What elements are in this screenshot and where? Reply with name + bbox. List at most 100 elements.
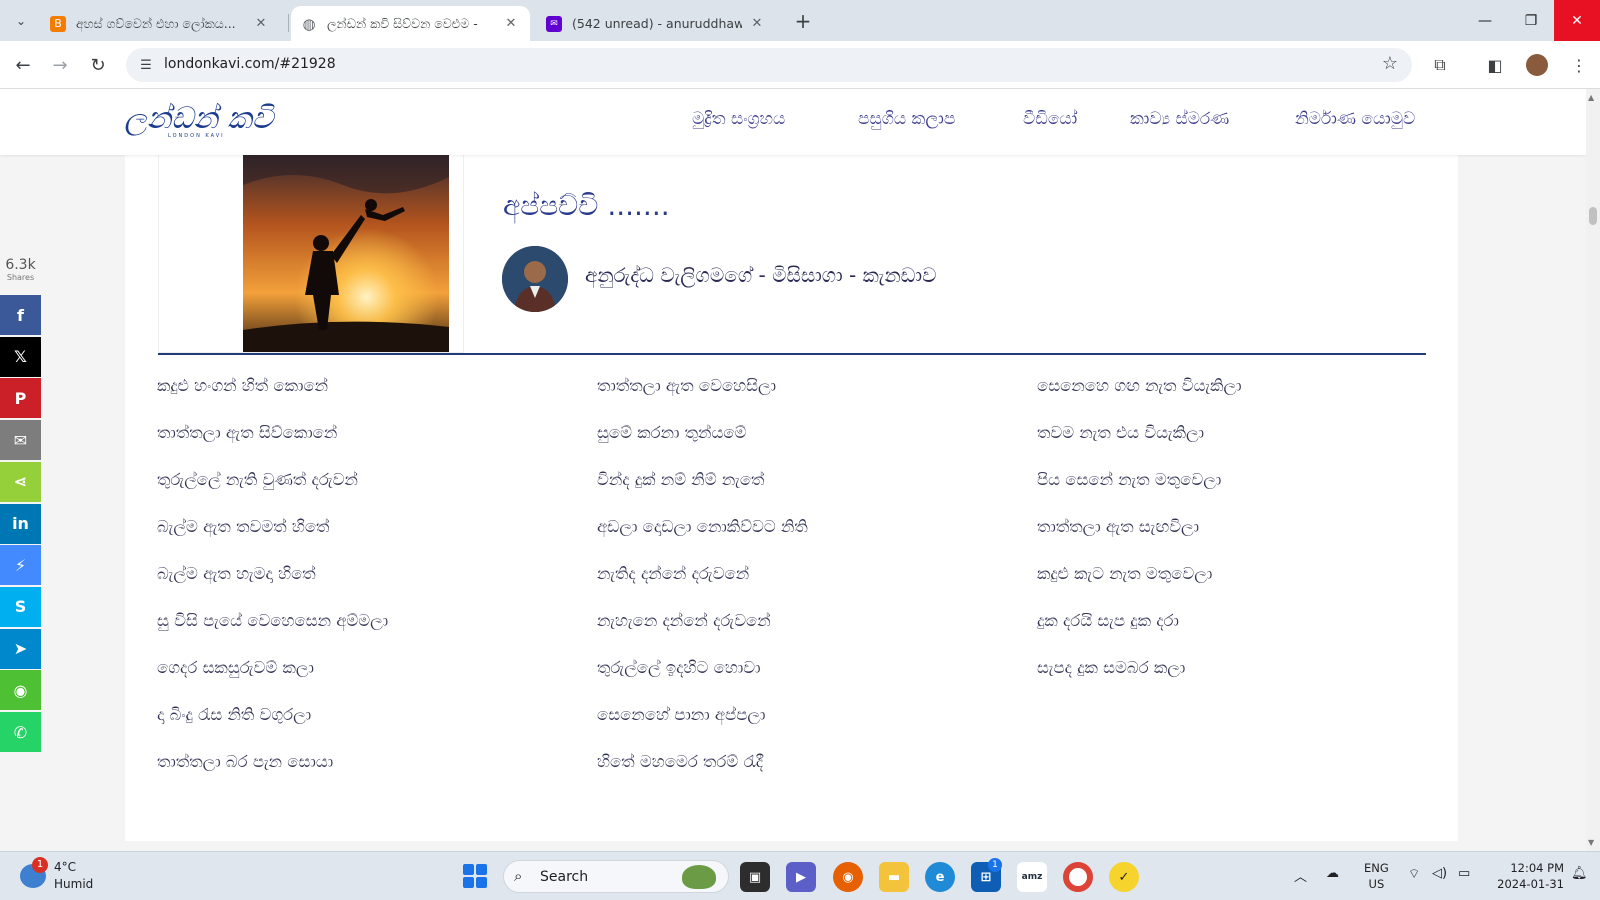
share-wechat-button[interactable]: ◉ bbox=[0, 670, 41, 711]
search-highlight-illustration bbox=[682, 865, 716, 889]
onedrive-icon[interactable]: ☁ bbox=[1326, 866, 1339, 881]
verse-line: ගෙදර සකසුරුවම් කලා bbox=[157, 658, 314, 677]
share-facebook-button[interactable]: f bbox=[0, 295, 41, 335]
scroll-down-arrow[interactable]: ▼ bbox=[1588, 838, 1594, 847]
x-icon: 𝕏 bbox=[14, 347, 27, 367]
verse-line: සැපද දුක සමබර කලා bbox=[1037, 658, 1186, 677]
forward-button[interactable]: → bbox=[46, 51, 74, 79]
nav-submissions[interactable]: නිර්මාණ යොමුව bbox=[1295, 109, 1415, 129]
author-name[interactable]: අනුරුද්ධ වැලිගමගේ - මිසිසාගා - කැනඩාව bbox=[585, 263, 936, 287]
site-logo[interactable]: ලන්ඩන් කවි bbox=[124, 101, 273, 136]
firefox-icon[interactable]: ◉ bbox=[833, 862, 863, 892]
verse-line: බැල්ම ඇත තවමත් හිතේ bbox=[157, 517, 330, 536]
new-tab-button[interactable]: + bbox=[790, 9, 816, 35]
verse-line: තුරුල්ලේ නැති වුණත් දරුවන් bbox=[157, 470, 358, 489]
verse-line: අඩලා දොඩලා නොකිව්වට නිති bbox=[597, 517, 808, 536]
share-sharethis-button[interactable]: ⋖ bbox=[0, 461, 41, 502]
verse-line: වින්ද දුක් නම් නිම් නැතේ bbox=[597, 470, 765, 489]
tab-blogger[interactable]: B අහස් ගව්වෙන් එහා ලෝකය... ✕ bbox=[40, 6, 280, 41]
email-icon: ✉ bbox=[13, 430, 28, 450]
share-email-button[interactable]: ✉ bbox=[0, 420, 41, 461]
taskbar-search-label: Search bbox=[540, 869, 589, 885]
notification-bell-icon[interactable]: 🔔︎ bbox=[1571, 866, 1588, 881]
tab-title: අහස් ගව්වෙන් එහා ලෝකය... bbox=[76, 15, 236, 31]
reload-button[interactable]: ↻ bbox=[84, 51, 112, 79]
share-linkedin-button[interactable]: in bbox=[0, 503, 41, 544]
weather-temperature[interactable]: 4°C bbox=[54, 860, 76, 874]
restore-button[interactable]: ❐ bbox=[1508, 0, 1554, 41]
site-info-icon[interactable]: ☰ bbox=[136, 55, 156, 75]
verse-line: තුරුල්ලේ ඉදහිට හොවා bbox=[597, 658, 761, 677]
url-text[interactable]: londonkavi.com/#21928 bbox=[164, 56, 336, 72]
edge-icon[interactable]: e bbox=[925, 862, 955, 892]
close-tab-icon[interactable]: ✕ bbox=[502, 16, 520, 31]
linkedin-icon: in bbox=[12, 514, 29, 533]
nav-printed-collection[interactable]: මුද්‍රිත සංග්‍රහය bbox=[692, 109, 785, 129]
tab-search-button[interactable]: ⌄ bbox=[8, 8, 34, 34]
share-telegram-button[interactable]: ➤ bbox=[0, 628, 41, 669]
verse-line: තාත්තලා බර පැන සොයා bbox=[157, 752, 334, 771]
taskbar-search-box[interactable]: ⌕ Search bbox=[503, 860, 729, 893]
close-window-button[interactable]: ✕ bbox=[1554, 0, 1600, 41]
share-count-label: Shares bbox=[6, 273, 35, 282]
profile-avatar[interactable] bbox=[1526, 54, 1548, 76]
post-title[interactable]: අප්පච්චි ....... bbox=[503, 189, 670, 223]
bookmark-star-icon[interactable]: ☆ bbox=[1382, 53, 1398, 74]
verse-line: සෙනෙහෙ ගඟ නැත වියැකිලා bbox=[1037, 376, 1242, 395]
nav-past-issues[interactable]: පසුගිය කලාප bbox=[858, 109, 955, 129]
scroll-up-arrow[interactable]: ▲ bbox=[1588, 93, 1594, 102]
keyboard-region: US bbox=[1368, 877, 1385, 891]
share-skype-button[interactable]: S bbox=[0, 586, 41, 627]
windows-start-icon[interactable] bbox=[463, 864, 487, 888]
address-bar[interactable]: ☰ londonkavi.com/#21928 ☆ bbox=[126, 48, 1412, 82]
share-whatsapp-button[interactable]: ✆ bbox=[0, 712, 41, 752]
verse-line: තාත්තලා ඇත වෙහෙසිලා bbox=[597, 376, 777, 395]
task-view-icon[interactable]: ▣ bbox=[740, 862, 770, 892]
side-panel-icon[interactable]: ◧ bbox=[1481, 51, 1509, 79]
nav-videos[interactable]: වීඩියෝ bbox=[1023, 109, 1077, 129]
post-image-frame bbox=[158, 155, 464, 353]
verse-line: තවම නැත එය වියැකිලා bbox=[1037, 423, 1205, 442]
language-indicator[interactable]: ENG US bbox=[1364, 860, 1389, 892]
globe-icon: ◍ bbox=[302, 14, 316, 33]
weather-notification-badge: 1 bbox=[32, 857, 48, 873]
extensions-icon[interactable]: ⧉ bbox=[1426, 51, 1454, 79]
system-clock[interactable]: 12:04 PM 2024-01-31 bbox=[1484, 860, 1564, 892]
verse-line: දා බිංදු රැස නිති වගුරලා bbox=[157, 705, 312, 724]
chrome-menu-icon[interactable]: ⋮ bbox=[1565, 51, 1593, 79]
sharethis-icon: ⋖ bbox=[13, 472, 28, 492]
close-tab-icon[interactable]: ✕ bbox=[748, 16, 766, 31]
verse-line: හිතේ මහමෙර තරම් රැදී bbox=[597, 752, 764, 771]
windows-taskbar: 1 4°C Humid ⌕ Search ▣ ▶ ◉ ▬ e ⊞ 1 amz ✓… bbox=[0, 851, 1600, 900]
chrome-icon[interactable] bbox=[1063, 862, 1093, 892]
tab-londonkavi[interactable]: ◍ ලන්ඩන් කවි සිව්වන වෙළුම - ✕ bbox=[291, 6, 530, 41]
messenger-icon: ⚡ bbox=[14, 555, 27, 575]
father-child-silhouette-image bbox=[243, 155, 449, 352]
weather-condition[interactable]: Humid bbox=[54, 877, 93, 891]
show-hidden-icons-chevron[interactable]: ︿ bbox=[1294, 866, 1307, 885]
pinterest-icon: P bbox=[14, 388, 27, 408]
share-pinterest-button[interactable]: P bbox=[0, 378, 41, 419]
back-button[interactable]: ← bbox=[9, 51, 37, 79]
scrollbar-thumb[interactable] bbox=[1589, 207, 1597, 225]
tab-strip: ⌄ B අහස් ගව්වෙන් එහා ලෝකය... ✕ ◍ ලන්ඩන් … bbox=[0, 0, 1600, 41]
verse-line: සෙනෙහේ පානා අප්පලා bbox=[597, 705, 766, 724]
close-tab-icon[interactable]: ✕ bbox=[252, 16, 270, 31]
share-messenger-button[interactable]: ⚡ bbox=[0, 545, 41, 586]
file-explorer-icon[interactable]: ▬ bbox=[879, 862, 909, 892]
share-x-button[interactable]: 𝕏 bbox=[0, 336, 41, 377]
amazon-icon[interactable]: amz bbox=[1017, 862, 1047, 892]
clock-time: 12:04 PM bbox=[1510, 861, 1564, 875]
wifi-icon[interactable]: ⌔ bbox=[1408, 866, 1420, 882]
volume-icon[interactable]: ◁) bbox=[1432, 866, 1447, 881]
battery-icon[interactable]: ▭ bbox=[1458, 866, 1470, 881]
author-avatar[interactable] bbox=[502, 246, 568, 312]
minimize-button[interactable]: — bbox=[1462, 0, 1508, 41]
tab-yahoo-mail[interactable]: ✉ (542 unread) - anuruddhawe@y ✕ bbox=[536, 6, 776, 41]
todo-app-icon[interactable]: ✓ bbox=[1109, 862, 1139, 892]
page-scrollbar[interactable]: ▲ ▼ bbox=[1586, 89, 1600, 851]
share-count-number: 6.3k bbox=[5, 257, 36, 273]
verse-line: සු විසි පැයේ වෙහෙසෙන අම්මලා bbox=[157, 611, 389, 630]
nav-poetry-memorial[interactable]: කාව්‍ය ස්මරණ bbox=[1130, 109, 1229, 129]
teams-chat-icon[interactable]: ▶ bbox=[786, 862, 816, 892]
